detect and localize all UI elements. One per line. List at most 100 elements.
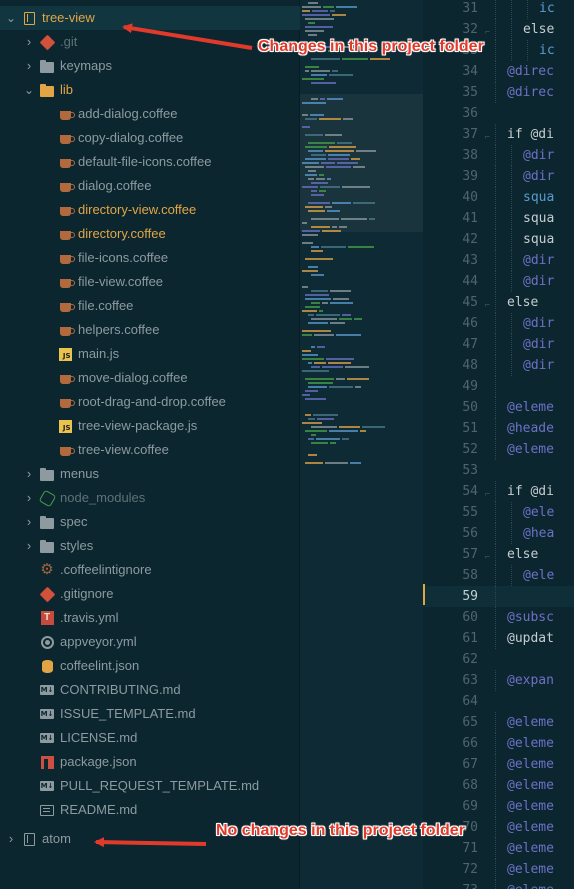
code-line[interactable]: @heade (491, 418, 574, 439)
code-line[interactable]: @hea (491, 523, 574, 544)
line-number[interactable]: 45 (423, 292, 491, 313)
line-number[interactable]: 57 (423, 544, 491, 565)
code-line[interactable]: @eleme (491, 775, 574, 796)
code-line[interactable]: @eleme (491, 754, 574, 775)
code-line[interactable]: @eleme (491, 838, 574, 859)
code-line[interactable]: @eleme (491, 880, 574, 889)
code-line[interactable]: @dir (491, 313, 574, 334)
code-line[interactable] (491, 376, 574, 397)
code-line[interactable]: if @di (491, 481, 574, 502)
code-line[interactable]: @eleme (491, 733, 574, 754)
chevron-right-icon[interactable]: › (24, 515, 34, 528)
code-line[interactable] (491, 460, 574, 481)
line-number: 47 (462, 337, 478, 352)
file-item[interactable]: root-drag-and-drop.coffee (0, 390, 300, 414)
file-item[interactable]: helpers.coffee (0, 318, 300, 342)
file-item[interactable]: ⚙ .coffeelintignore (0, 558, 300, 582)
code-text: @hea (523, 526, 555, 541)
file-item[interactable]: dialog.coffee (0, 174, 300, 198)
project-root[interactable]: ⌄ tree-view (0, 6, 300, 30)
chevron-down-icon[interactable]: ⌄ (6, 12, 16, 24)
folder-item[interactable]: › styles (0, 534, 300, 558)
file-item[interactable]: default-file-icons.coffee (0, 150, 300, 174)
file-item[interactable]: tree-view.coffee (0, 438, 300, 462)
file-item[interactable]: file-icons.coffee (0, 246, 300, 270)
file-item[interactable]: directory-view.coffee (0, 198, 300, 222)
file-item[interactable]: package.json (0, 750, 300, 774)
file-item[interactable]: directory.coffee (0, 222, 300, 246)
code-line[interactable] (491, 103, 574, 124)
chevron-right-icon[interactable]: › (24, 539, 34, 552)
tree-item-label: tree-view.coffee (78, 442, 169, 457)
tree-view-panel[interactable]: ⌄ tree-view › .git › keymaps ⌄ lib add-dialog.co… (0, 0, 300, 889)
code-line[interactable]: ic (491, 40, 574, 61)
file-item[interactable]: M↓ ISSUE_TEMPLATE.md (0, 702, 300, 726)
file-item[interactable]: M↓ LICENSE.md (0, 726, 300, 750)
file-item[interactable]: file.coffee (0, 294, 300, 318)
line-number[interactable]: 37 (423, 124, 491, 145)
folder-item[interactable]: ⌄ lib (0, 78, 300, 102)
chevron-right-icon[interactable]: › (6, 832, 16, 845)
code-line[interactable]: @expan (491, 670, 574, 691)
code-line[interactable]: @subsc (491, 607, 574, 628)
file-item[interactable]: T .travis.yml (0, 606, 300, 630)
code-editor[interactable]: ic else ic @direc @direc if @di @dir @dir squa sq… (491, 0, 574, 889)
js-icon: JS (58, 347, 72, 361)
code-line[interactable] (491, 649, 574, 670)
chevron-right-icon[interactable]: › (24, 467, 34, 480)
code-line[interactable] (491, 586, 574, 607)
folder-item[interactable]: › node_modules (0, 486, 300, 510)
chevron-right-icon[interactable]: › (24, 491, 34, 504)
code-line[interactable]: @ele (491, 565, 574, 586)
code-line[interactable]: squa (491, 208, 574, 229)
code-line[interactable]: else (491, 292, 574, 313)
file-item[interactable]: move-dialog.coffee (0, 366, 300, 390)
code-line[interactable]: squa (491, 229, 574, 250)
code-line[interactable]: @eleme (491, 796, 574, 817)
minimap-line (308, 210, 325, 212)
file-item[interactable]: JS main.js (0, 342, 300, 366)
line-number[interactable]: 32 (423, 19, 491, 40)
file-item[interactable]: appveyor.yml (0, 630, 300, 654)
code-line[interactable]: else (491, 544, 574, 565)
file-item[interactable]: README.md (0, 798, 300, 822)
code-line[interactable]: @dir (491, 355, 574, 376)
code-line[interactable]: @direc (491, 82, 574, 103)
minimap[interactable] (300, 0, 423, 889)
chevron-right-icon[interactable]: › (24, 35, 34, 48)
code-line[interactable]: @dir (491, 334, 574, 355)
minimap-line (305, 430, 327, 432)
file-item[interactable]: M↓ CONTRIBUTING.md (0, 678, 300, 702)
code-line[interactable]: @dir (491, 166, 574, 187)
file-item[interactable]: file-view.coffee (0, 270, 300, 294)
code-line[interactable]: @eleme (491, 712, 574, 733)
code-line[interactable]: @dir (491, 271, 574, 292)
code-line[interactable]: @eleme (491, 397, 574, 418)
code-line[interactable]: @eleme (491, 439, 574, 460)
file-item[interactable]: add-dialog.coffee (0, 102, 300, 126)
folder-item[interactable]: › keymaps (0, 54, 300, 78)
folder-item[interactable]: › spec (0, 510, 300, 534)
line-number[interactable]: 54 (423, 481, 491, 502)
folder-item[interactable]: › menus (0, 462, 300, 486)
code-line[interactable]: squa (491, 187, 574, 208)
code-line[interactable]: @dir (491, 250, 574, 271)
file-item[interactable]: copy-dialog.coffee (0, 126, 300, 150)
code-line[interactable]: @ele (491, 502, 574, 523)
file-item[interactable]: coffeelint.json (0, 654, 300, 678)
code-line[interactable]: @eleme (491, 859, 574, 880)
folder-item[interactable]: › .git (0, 30, 300, 54)
chevron-down-icon[interactable]: ⌄ (24, 84, 34, 96)
code-line[interactable] (491, 691, 574, 712)
code-line[interactable]: else (491, 19, 574, 40)
code-line[interactable]: @dir (491, 145, 574, 166)
file-item[interactable]: .gitignore (0, 582, 300, 606)
chevron-right-icon[interactable]: › (24, 59, 34, 72)
code-line[interactable]: @direc (491, 61, 574, 82)
code-line[interactable]: @updat (491, 628, 574, 649)
code-line[interactable]: if @di (491, 124, 574, 145)
code-line[interactable]: ic (491, 0, 574, 19)
code-line[interactable]: @eleme (491, 817, 574, 838)
file-item[interactable]: JS tree-view-package.js (0, 414, 300, 438)
file-item[interactable]: M↓ PULL_REQUEST_TEMPLATE.md (0, 774, 300, 798)
